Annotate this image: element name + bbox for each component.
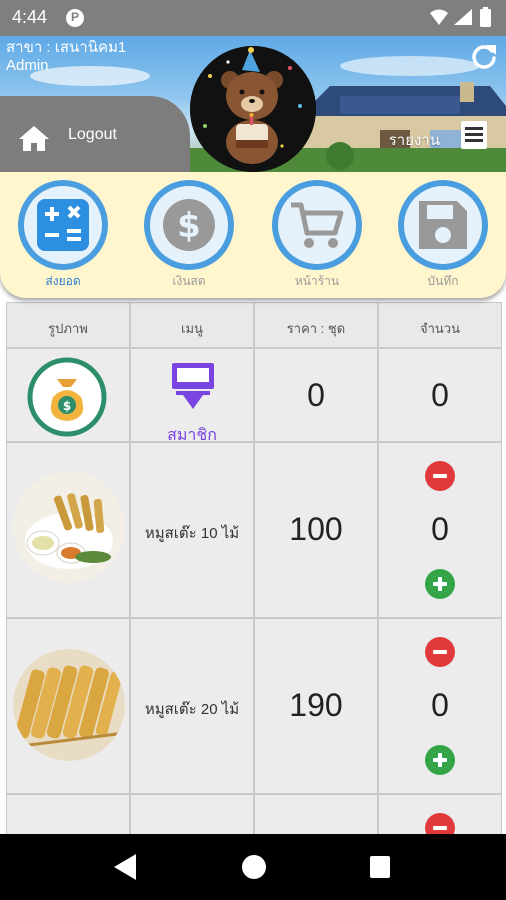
header-text: เมนู: [181, 321, 203, 336]
bear-birthday-icon: [190, 46, 316, 172]
item-name: หมูสเต๊ะ 20 ไม้: [144, 701, 240, 718]
increase-quantity-button[interactable]: [425, 745, 455, 775]
branch-label: สาขา : เสนานิคม1: [6, 39, 127, 56]
menu-storefront-button[interactable]: หน้าร้าน: [272, 180, 362, 290]
report-icon[interactable]: [460, 120, 488, 150]
header-quantity: จำนวน: [378, 302, 502, 348]
menu-label: บันทึก: [427, 274, 459, 288]
notification-letter: P: [71, 10, 80, 24]
member-quantity-cell: 0: [378, 348, 502, 442]
table-header-row: รูปภาพ เมนู ราคา : ชุด จำนวน: [6, 302, 502, 348]
system-navigation-bar: [0, 834, 506, 900]
status-time: 4:44: [12, 7, 48, 27]
branch-info: สาขา : เสนานิคม1 Admin: [6, 39, 126, 75]
save-icon: [419, 201, 467, 249]
item-quantity-cell: 0: [378, 618, 502, 794]
dollar-icon: $: [163, 199, 215, 251]
item-name-cell: หมูสเต๊ะ 10 ไม้: [130, 442, 254, 618]
member-price-cell: 0: [254, 348, 378, 442]
header-price: ราคา : ชุด: [254, 302, 378, 348]
menu-cash-button[interactable]: $ เงินสด: [144, 180, 234, 290]
recent-apps-icon[interactable]: [370, 856, 390, 878]
menu-label: เงินสด: [172, 274, 206, 288]
member-card-icon: [172, 363, 214, 409]
item-name-cell: หมูสเต๊ะ 20 ไม้: [130, 618, 254, 794]
menu-label: ส่งยอด: [45, 274, 81, 288]
item-price-cell: 190: [254, 618, 378, 794]
status-bar: 4:44 P: [0, 0, 506, 36]
item-price: 100: [289, 511, 343, 547]
app-screen: 4:44 P สาขา: เสนานิคม1 Admin Logout ราย…: [0, 0, 506, 900]
item-image-cell: [6, 618, 130, 794]
profile-avatar: [190, 46, 316, 172]
satay-skewers-image: [13, 649, 125, 761]
header-text: ราคา : ชุด: [286, 321, 346, 336]
item-quantity: 0: [431, 511, 449, 547]
header-text: จำนวน: [420, 321, 460, 336]
table-row: หมูสเต๊ะ 10 ไม้ 100 0: [6, 442, 502, 618]
item-image-cell: [6, 442, 130, 618]
increase-quantity-button[interactable]: [425, 569, 455, 599]
item-name: หมูสเต๊ะ 10 ไม้: [144, 525, 240, 542]
battery-icon: [480, 7, 491, 27]
notification-icon: P: [66, 9, 84, 27]
member-quantity: 0: [431, 377, 449, 413]
home-nav-icon[interactable]: [242, 855, 266, 879]
menu-send-total-button[interactable]: ส่งยอด: [18, 180, 108, 290]
satay-plate-image: [13, 471, 125, 583]
user-label: Admin: [6, 57, 49, 74]
member-image-cell: $: [6, 348, 130, 442]
item-price: 190: [289, 687, 343, 723]
money-bag-icon: $: [27, 357, 107, 437]
back-icon[interactable]: [114, 854, 136, 880]
logout-button[interactable]: Logout: [68, 126, 117, 144]
home-icon[interactable]: [18, 124, 50, 152]
menu-label: หน้าร้าน: [294, 274, 340, 288]
member-button-cell[interactable]: สมาชิก: [130, 348, 254, 444]
item-price-cell: 100: [254, 442, 378, 618]
decrease-quantity-button[interactable]: [425, 637, 455, 667]
item-quantity-cell: 0: [378, 442, 502, 618]
table-row-member: $ สมาชิก 0 0: [6, 348, 502, 444]
header-image: รูปภาพ: [6, 302, 130, 348]
wifi-icon: [430, 9, 448, 25]
member-price: 0: [307, 377, 325, 413]
svg-text:$: $: [63, 399, 71, 413]
table-row: หมูสเต๊ะ 20 ไม้ 190 0: [6, 618, 502, 794]
calculator-icon: [37, 199, 89, 251]
system-status-icons: [430, 7, 491, 27]
svg-text:$: $: [177, 206, 201, 246]
signal-icon: [454, 9, 472, 25]
action-menu: ส่งยอด $ เงินสด หน้าร้าน บันทึก: [0, 172, 506, 298]
decrease-quantity-button[interactable]: [425, 461, 455, 491]
header-text: รูปภาพ: [48, 321, 88, 336]
menu-save-button[interactable]: บันทึก: [398, 180, 488, 290]
refresh-icon[interactable]: [470, 42, 498, 70]
cart-icon: [291, 202, 344, 248]
item-quantity: 0: [431, 687, 449, 723]
header-menu: เมนู: [130, 302, 254, 348]
report-button[interactable]: รายงาน: [389, 128, 440, 152]
